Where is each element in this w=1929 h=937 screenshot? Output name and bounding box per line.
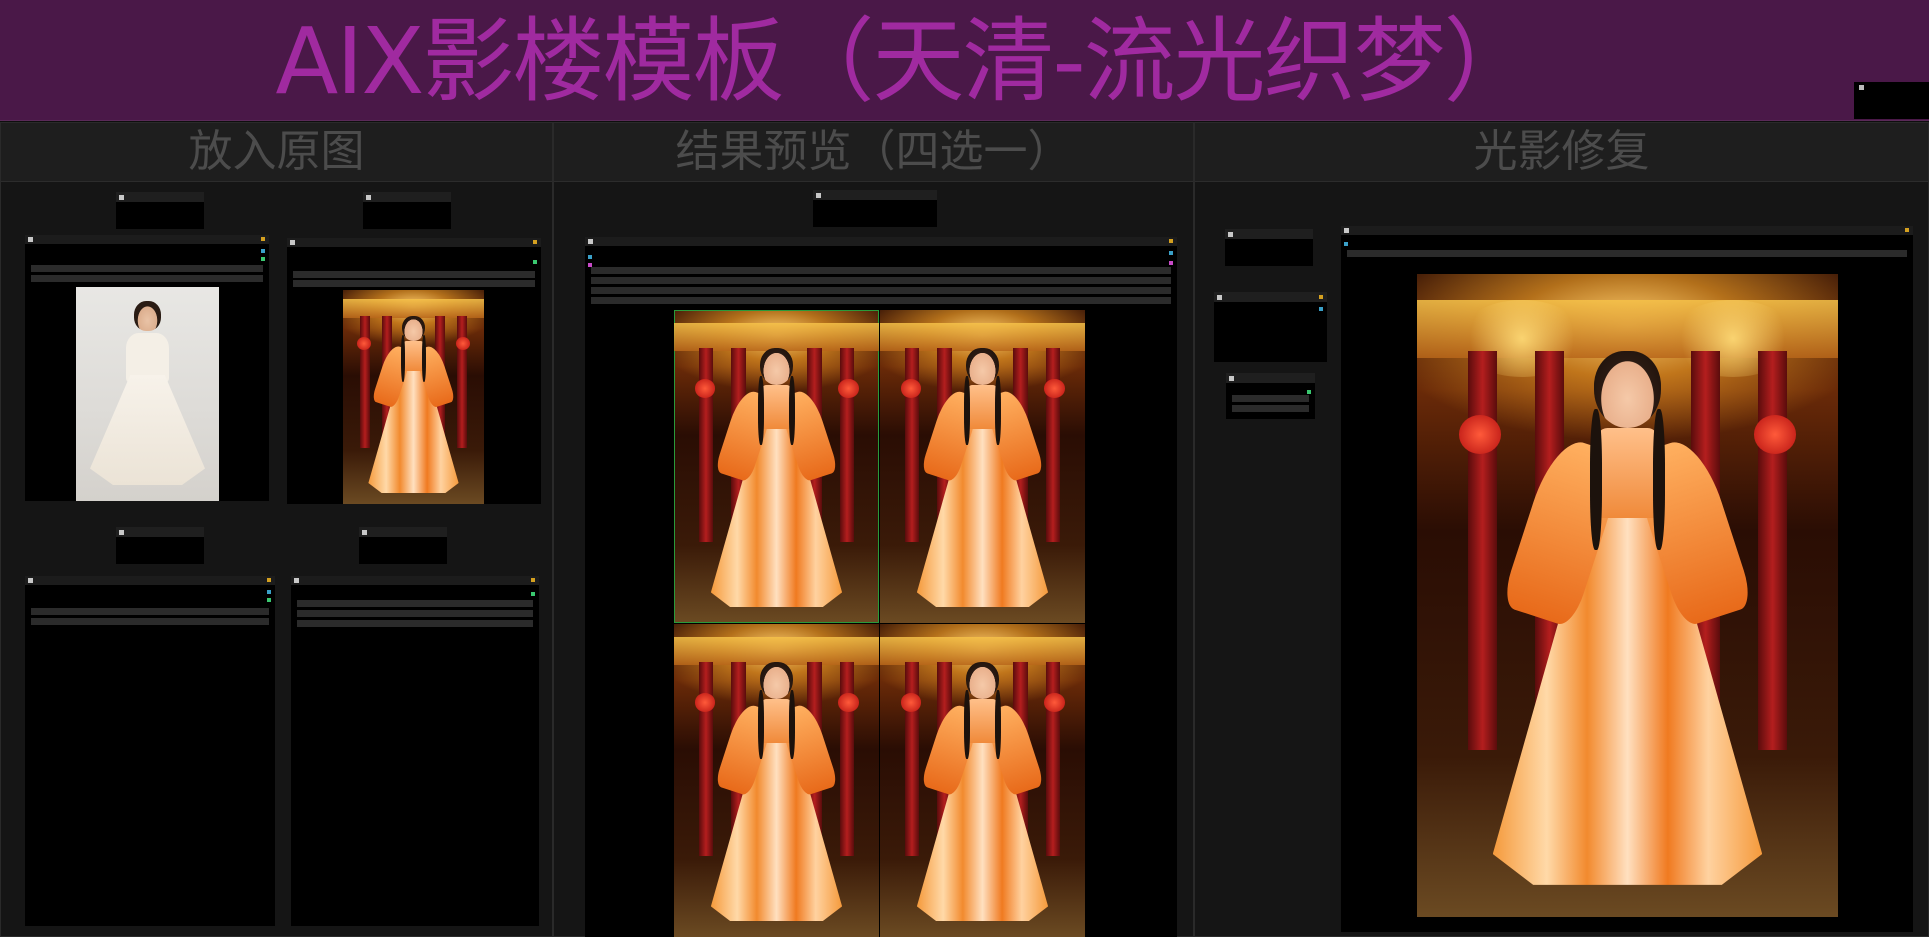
output-pin-icon[interactable]	[261, 257, 265, 261]
output-pin-icon[interactable]	[267, 590, 271, 594]
subject-skirt	[90, 375, 205, 485]
input-pin-icon[interactable]	[1344, 242, 1348, 246]
node-titlebar[interactable]	[25, 235, 269, 244]
page-title: AIX影楼模板（天清-流光织梦）	[275, 8, 1535, 115]
collapsed-node[interactable]	[359, 527, 447, 564]
input-pin-icon[interactable]	[588, 255, 592, 259]
upload-widget[interactable]	[31, 275, 263, 282]
collapsed-node[interactable]	[116, 527, 204, 564]
widget-row[interactable]	[293, 280, 535, 287]
widget-row[interactable]	[297, 620, 533, 627]
group-header[interactable]: 放入原图	[1, 123, 552, 182]
output-pin-icon[interactable]	[1905, 228, 1909, 232]
output-pin-icon[interactable]	[1169, 261, 1173, 265]
result-image-3[interactable]	[674, 624, 879, 937]
image-grid-preview-node[interactable]	[585, 237, 1177, 937]
widget-row[interactable]	[31, 618, 269, 625]
node-handle-icon	[366, 195, 371, 200]
node-titlebar[interactable]	[287, 238, 541, 247]
output-pin-icon[interactable]	[531, 578, 535, 582]
collapsed-node[interactable]	[813, 190, 937, 227]
collapsed-node[interactable]	[1214, 292, 1327, 362]
output-pin-icon[interactable]	[261, 249, 265, 253]
output-pin-icon[interactable]	[533, 240, 537, 244]
widget-row[interactable]	[293, 271, 535, 278]
node-handle-icon	[1229, 376, 1234, 381]
collapsed-node[interactable]	[1854, 82, 1929, 119]
output-pin-icon[interactable]	[261, 237, 265, 241]
result-image-1[interactable]	[674, 310, 879, 623]
final-image[interactable]	[1417, 274, 1838, 917]
node-handle-icon	[588, 239, 593, 244]
group-title: 放入原图	[188, 126, 365, 177]
load-image-node[interactable]	[25, 235, 269, 501]
collapsed-node[interactable]	[1225, 229, 1313, 266]
node-handle-icon	[1217, 295, 1222, 300]
node-handle-icon	[119, 195, 124, 200]
collapsed-node[interactable]	[116, 192, 204, 229]
group-header[interactable]: 光影修复	[1195, 123, 1928, 182]
original-photo	[76, 287, 219, 501]
node-titlebar[interactable]	[585, 237, 1177, 246]
widget-row[interactable]	[591, 287, 1171, 294]
empty-preview-node[interactable]	[25, 576, 275, 926]
output-pin-icon[interactable]	[533, 260, 537, 264]
node-titlebar[interactable]	[1341, 226, 1913, 235]
output-pin-icon[interactable]	[1169, 251, 1173, 255]
result-thumbnail	[343, 290, 484, 504]
output-pin-icon[interactable]	[1169, 239, 1173, 243]
node-handle-icon	[1859, 85, 1864, 90]
widget-row[interactable]	[31, 608, 269, 615]
final-preview-node[interactable]	[1341, 226, 1913, 932]
node-handle-icon	[28, 237, 33, 242]
subject-head	[134, 301, 161, 331]
output-pin-icon[interactable]	[1307, 390, 1311, 394]
widget-row[interactable]	[1232, 395, 1309, 402]
result-image-2[interactable]	[880, 310, 1085, 623]
image-select-widget[interactable]	[31, 265, 263, 272]
widget-row[interactable]	[591, 267, 1171, 274]
node-handle-icon	[1228, 232, 1233, 237]
node-handle-icon	[290, 240, 295, 245]
result-image-4[interactable]	[880, 624, 1085, 937]
node-handle-icon	[28, 578, 33, 583]
widget-row[interactable]	[297, 610, 533, 617]
node-handle-icon	[119, 530, 124, 535]
widget-row[interactable]	[591, 297, 1171, 304]
node-handle-icon	[362, 530, 367, 535]
node-handle-icon	[816, 193, 821, 198]
output-pin-icon[interactable]	[1319, 307, 1323, 311]
output-pin-icon[interactable]	[267, 578, 271, 582]
node-titlebar[interactable]	[291, 576, 539, 585]
collapsed-node[interactable]	[1226, 373, 1315, 419]
node-handle-icon	[1344, 228, 1349, 233]
widget-row[interactable]	[1232, 405, 1309, 412]
node-handle-icon	[294, 578, 299, 583]
output-pin-icon[interactable]	[531, 592, 535, 596]
widget-row[interactable]	[297, 600, 533, 607]
empty-preview-node[interactable]	[291, 576, 539, 926]
widget-row[interactable]	[1347, 250, 1907, 257]
output-pin-icon[interactable]	[1319, 295, 1323, 299]
group-title: 光影修复	[1473, 126, 1650, 177]
preview-image-node[interactable]	[287, 238, 541, 504]
output-pin-icon[interactable]	[267, 598, 271, 602]
collapsed-node[interactable]	[363, 192, 451, 229]
group-header[interactable]: 结果预览（四选一）	[554, 123, 1193, 182]
group-title: 结果预览（四选一）	[675, 126, 1072, 177]
node-titlebar[interactable]	[25, 576, 275, 585]
widget-row[interactable]	[591, 277, 1171, 284]
